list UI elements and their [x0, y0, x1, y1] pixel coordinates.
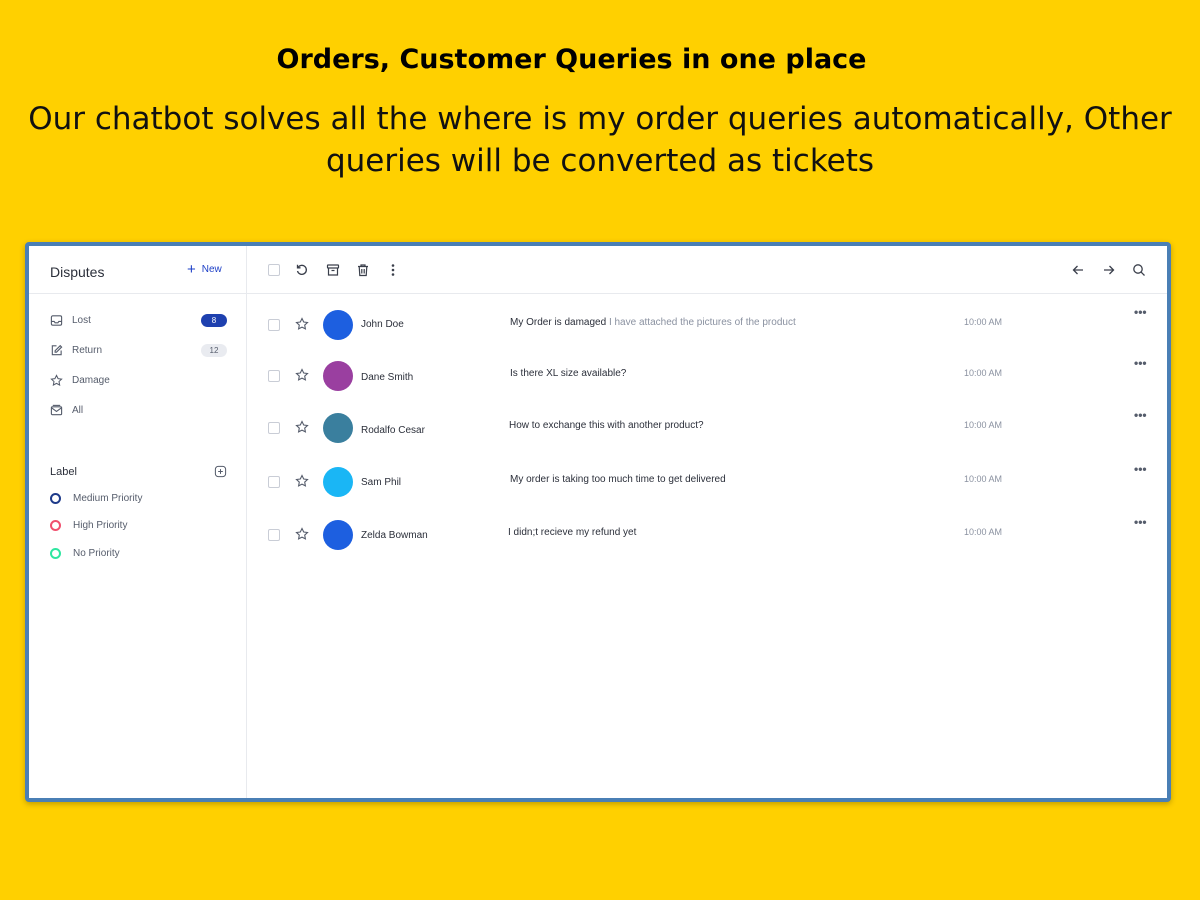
message-time: 10:00 AM	[964, 420, 1003, 430]
folder-damage[interactable]: Damage	[50, 370, 227, 390]
message-subject: My order is taking too much time to get …	[510, 474, 726, 485]
message-subject: My Order is damaged I have attached the …	[510, 317, 796, 328]
label-text: No Priority	[73, 548, 120, 559]
sidebar-header: Disputes + New	[29, 246, 246, 294]
label-heading: Label	[50, 465, 77, 478]
message-subject: Is there XL size available?	[510, 368, 626, 379]
message-time: 10:00 AM	[964, 527, 1003, 537]
message-time: 10:00 AM	[964, 317, 1003, 327]
trash-icon[interactable]	[356, 263, 370, 277]
row-checkbox[interactable]	[268, 319, 280, 331]
new-button[interactable]: + New	[187, 260, 222, 278]
inbox-icon	[50, 314, 63, 326]
count-badge: 12	[201, 343, 227, 357]
priority-dot-icon	[50, 548, 61, 559]
search-icon[interactable]	[1132, 263, 1146, 277]
star-icon[interactable]	[295, 527, 309, 541]
archive-icon[interactable]	[326, 263, 340, 277]
subject-text: I didn;t recieve my refund yet	[508, 527, 637, 538]
folder-label: Return	[72, 344, 103, 356]
label-text: Medium Priority	[73, 493, 143, 504]
message-preview: I have attached the pictures of the prod…	[608, 317, 796, 328]
star-icon[interactable]	[295, 420, 309, 434]
sender-name: Dane Smith	[361, 372, 414, 383]
folder-return[interactable]: Return 12	[50, 340, 227, 360]
subject-text: My order is taking too much time to get …	[510, 474, 726, 485]
message-row[interactable]: Sam Phil My order is taking too much tim…	[247, 458, 1167, 498]
folder-label: Damage	[72, 374, 110, 386]
more-options-icon[interactable]: •••	[1134, 408, 1147, 422]
message-time: 10:00 AM	[964, 474, 1003, 484]
folder-label: All	[72, 404, 84, 416]
label-no-priority[interactable]: No Priority	[50, 548, 120, 559]
star-icon[interactable]	[295, 317, 309, 331]
star-icon[interactable]	[295, 474, 309, 488]
avatar	[323, 413, 353, 443]
toolbar	[247, 246, 1167, 294]
row-checkbox[interactable]	[268, 476, 280, 488]
more-options-icon[interactable]: •••	[1134, 515, 1147, 529]
select-all-checkbox[interactable]	[268, 264, 282, 278]
sidebar-title: Disputes	[50, 264, 105, 280]
folder-all[interactable]: All	[50, 400, 227, 420]
arrow-right-icon[interactable]	[1102, 263, 1116, 277]
label-text: High Priority	[73, 520, 128, 531]
sender-name: Sam Phil	[361, 477, 402, 488]
subheadline: Our chatbot solves all the where is my o…	[28, 101, 1172, 179]
priority-dot-icon	[50, 493, 61, 504]
message-row[interactable]: John Doe My Order is damaged I have atta…	[247, 301, 1167, 341]
subject-text: My Order is damaged	[510, 317, 607, 328]
avatar	[323, 361, 353, 391]
subject-text: Is there XL size available?	[510, 368, 627, 379]
sender-name: John Doe	[361, 319, 404, 330]
more-options-icon[interactable]: •••	[1134, 305, 1147, 319]
more-vertical-icon[interactable]	[386, 263, 400, 277]
message-row[interactable]: Rodalfo Cesar How to exchange this with …	[247, 404, 1167, 444]
avatar	[323, 310, 353, 340]
message-time: 10:00 AM	[964, 368, 1003, 378]
count-badge: 8	[201, 313, 227, 327]
app-window: Disputes + New Lost 8 Return 12 Damage A…	[25, 242, 1171, 802]
row-checkbox[interactable]	[268, 370, 280, 382]
subject-text: How to exchange this with another produc…	[509, 420, 704, 431]
add-label-icon[interactable]	[214, 465, 227, 478]
priority-dot-icon	[50, 520, 61, 531]
star-icon	[50, 373, 63, 386]
sidebar: Disputes + New Lost 8 Return 12 Damage A…	[29, 246, 247, 798]
arrow-left-icon[interactable]	[1071, 263, 1085, 277]
message-subject: I didn;t recieve my refund yet	[508, 527, 636, 538]
label-section-header: Label	[50, 465, 227, 478]
plus-icon: +	[187, 260, 196, 278]
star-icon[interactable]	[295, 368, 309, 382]
row-checkbox[interactable]	[268, 529, 280, 541]
row-checkbox[interactable]	[268, 422, 280, 434]
message-subject: How to exchange this with another produc…	[509, 420, 704, 431]
sender-name: Zelda Bowman	[361, 530, 428, 541]
message-list-pane: John Doe My Order is damaged I have atta…	[247, 246, 1167, 798]
label-high-priority[interactable]: High Priority	[50, 520, 127, 531]
more-options-icon[interactable]: •••	[1134, 462, 1147, 476]
all-mail-icon	[50, 404, 63, 415]
avatar	[323, 467, 353, 497]
new-button-label: New	[201, 264, 222, 275]
edit-icon	[51, 344, 63, 355]
folder-lost[interactable]: Lost 8	[50, 310, 227, 330]
message-row[interactable]: Zelda Bowman I didn;t recieve my refund …	[247, 511, 1167, 551]
avatar	[323, 520, 353, 550]
folder-label: Lost	[72, 314, 91, 326]
label-medium-priority[interactable]: Medium Priority	[50, 493, 142, 504]
headline: Orders, Customer Queries in one place	[276, 44, 867, 75]
more-options-icon[interactable]: •••	[1134, 356, 1147, 370]
sender-name: Rodalfo Cesar	[361, 425, 425, 436]
message-row[interactable]: Dane Smith Is there XL size available? 1…	[247, 352, 1167, 392]
refresh-icon[interactable]	[295, 263, 309, 277]
